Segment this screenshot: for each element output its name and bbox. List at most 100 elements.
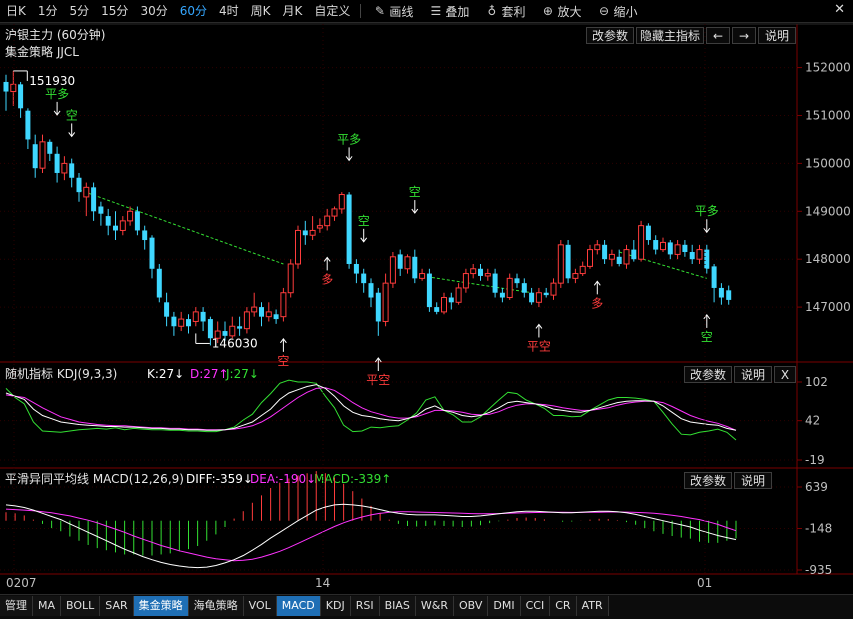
signal-label: 空 bbox=[409, 185, 421, 199]
candle-body-up bbox=[535, 292, 542, 303]
candle-body-down bbox=[346, 194, 352, 264]
indicator-tab-16[interactable]: ATR bbox=[576, 596, 609, 616]
indicator-tab-7[interactable]: MACD bbox=[276, 596, 321, 616]
indicator-tab-1[interactable]: MA bbox=[33, 596, 62, 616]
kdj-header: 随机指标 KDJ(9,3,3) K:27↓ D:27↑ J:27↓ bbox=[5, 366, 259, 381]
main-edit-params-button[interactable]: 改参数 bbox=[586, 27, 634, 44]
next-arrow-button[interactable]: → bbox=[732, 27, 756, 44]
candle-body-up bbox=[309, 229, 316, 236]
y-tick-label: 152000 bbox=[805, 61, 851, 75]
candle-body-down bbox=[448, 297, 454, 303]
candle-body-down bbox=[149, 237, 155, 269]
macd-tick-label: -935 bbox=[805, 563, 832, 577]
kdj-j-value: J:27↓ bbox=[225, 367, 259, 381]
candle-body-down bbox=[682, 244, 688, 253]
candle-body-down bbox=[689, 252, 695, 260]
signal-label: 空 bbox=[358, 214, 370, 228]
candle-body-down bbox=[171, 316, 177, 327]
candle-body-down bbox=[397, 254, 403, 269]
kdj-close-button[interactable]: X bbox=[774, 366, 796, 383]
candle-body-up bbox=[557, 244, 564, 284]
kdj-line-D bbox=[5, 387, 737, 431]
kdj-d-value: D:27↑ bbox=[190, 367, 229, 381]
candle-body-down bbox=[207, 319, 213, 339]
candle-body-up bbox=[660, 241, 666, 251]
candle-body-up bbox=[696, 249, 703, 260]
candle-body-down bbox=[718, 287, 724, 298]
candle-body-down bbox=[412, 256, 418, 279]
indicator-tab-6[interactable]: VOL bbox=[243, 596, 277, 616]
indicator-tab-0[interactable]: 管理 bbox=[0, 596, 33, 616]
y-tick-label: 148000 bbox=[805, 252, 851, 266]
kdj-line-J bbox=[5, 379, 737, 441]
main-help-button[interactable]: 说明 bbox=[758, 27, 796, 44]
candle-body-up bbox=[623, 249, 630, 265]
signal-label: 平多 bbox=[337, 132, 361, 146]
candle-body-down bbox=[543, 292, 549, 296]
candle-body-down bbox=[602, 244, 608, 260]
candle-body-down bbox=[529, 292, 535, 303]
candle-body-up bbox=[251, 306, 258, 313]
candle-body-up bbox=[295, 229, 301, 265]
candle-body-down bbox=[565, 244, 571, 279]
candle-body-down bbox=[361, 273, 367, 284]
indicator-tab-12[interactable]: OBV bbox=[454, 596, 489, 616]
main-panel-frame bbox=[0, 24, 853, 362]
candle-body-down bbox=[113, 225, 118, 231]
candle-body-down bbox=[645, 225, 651, 241]
candle-body-down bbox=[237, 326, 243, 329]
candle-body-up bbox=[506, 277, 513, 299]
indicator-tab-13[interactable]: DMI bbox=[488, 596, 521, 616]
candle-body-down bbox=[3, 81, 9, 92]
strategy-name: 集金策略 JJCL bbox=[5, 44, 79, 59]
x-tick-label: 14 bbox=[315, 576, 330, 590]
signal-label: 平空 bbox=[527, 339, 551, 353]
candle-body-up bbox=[83, 186, 90, 198]
candle-body-down bbox=[98, 206, 104, 214]
kdj-help-button[interactable]: 说明 bbox=[734, 366, 772, 383]
y-tick-label: 150000 bbox=[805, 156, 851, 170]
hide-indicator-button[interactable]: 隐藏主指标 bbox=[636, 27, 704, 44]
indicator-tab-3[interactable]: SAR bbox=[100, 596, 134, 616]
prev-arrow-button[interactable]: ← bbox=[706, 27, 730, 44]
kdj-tick-label: -19 bbox=[805, 453, 825, 467]
kdj-edit-params-button[interactable]: 改参数 bbox=[684, 366, 732, 383]
macd-tick-label: -148 bbox=[805, 522, 832, 536]
macd-help-button[interactable]: 说明 bbox=[734, 472, 772, 489]
candle-body-up bbox=[243, 311, 250, 330]
indicator-tab-10[interactable]: BIAS bbox=[379, 596, 416, 616]
candle-body-down bbox=[134, 211, 140, 231]
candle-body-up bbox=[178, 318, 185, 327]
candle-body-down bbox=[434, 307, 440, 312]
candle-body-up bbox=[579, 265, 586, 275]
candle-body-up bbox=[324, 215, 331, 227]
macd-edit-params-button[interactable]: 改参数 bbox=[684, 472, 732, 489]
macd-header: 平滑异同平均线 MACD(12,26,9) DIFF:-359↓ DEA:-19… bbox=[5, 472, 391, 486]
indicator-tab-15[interactable]: CR bbox=[550, 596, 577, 616]
indicator-tab-8[interactable]: KDJ bbox=[320, 596, 351, 616]
candle-body-up bbox=[127, 210, 134, 222]
candle-body-down bbox=[353, 263, 359, 274]
candle-body-down bbox=[164, 302, 170, 317]
candle-body-up bbox=[316, 225, 323, 229]
indicator-tab-5[interactable]: 海龟策略 bbox=[188, 596, 244, 616]
macd-diff-value: DIFF:-359↓ bbox=[186, 472, 253, 486]
candle-body-down bbox=[478, 268, 483, 276]
candle-body-up bbox=[484, 273, 491, 277]
candle-body-up bbox=[338, 194, 345, 210]
indicator-tab-4[interactable]: 集金策略 bbox=[133, 596, 189, 616]
kdj-line-K bbox=[5, 384, 737, 431]
candle-body-down bbox=[616, 256, 622, 264]
indicator-tab-14[interactable]: CCI bbox=[520, 596, 551, 616]
candle-body-up bbox=[470, 268, 477, 275]
candle-body-down bbox=[32, 144, 38, 169]
signal-label: 空 bbox=[701, 330, 713, 344]
x-tick-label: 01 bbox=[697, 576, 712, 590]
candle-body-up bbox=[572, 273, 579, 279]
indicator-tab-2[interactable]: BOLL bbox=[61, 596, 101, 616]
candle-body-up bbox=[389, 256, 396, 284]
candle-body-down bbox=[631, 249, 637, 260]
indicator-tab-11[interactable]: W&R bbox=[415, 596, 454, 616]
indicator-tab-9[interactable]: RSI bbox=[350, 596, 380, 616]
kdj-tick-label: 102 bbox=[805, 375, 828, 389]
